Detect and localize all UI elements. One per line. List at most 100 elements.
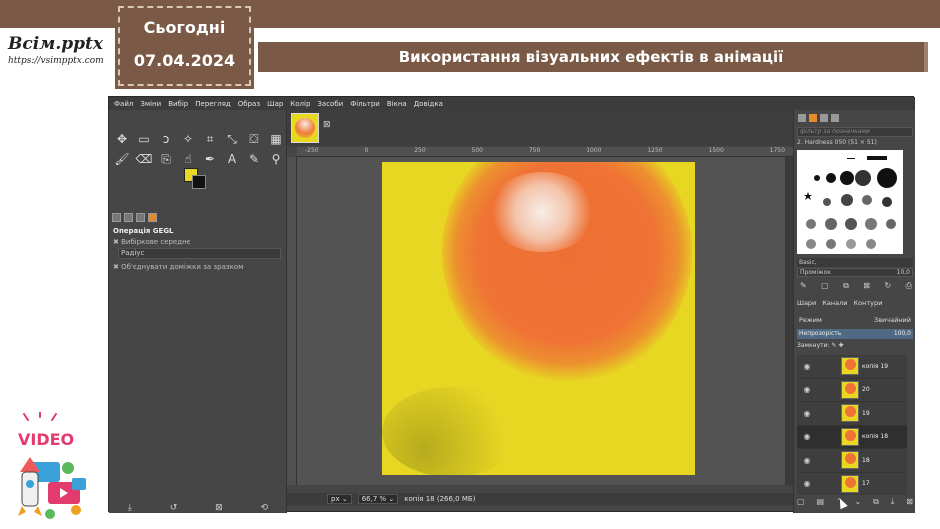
edit-brush-icon[interactable]: ✎ (800, 281, 807, 291)
smudge-icon[interactable]: ☝ (179, 150, 197, 168)
path-icon[interactable]: ✒ (201, 150, 219, 168)
menu-item[interactable]: Колір (290, 100, 310, 108)
canvas-scrollbar[interactable] (785, 157, 793, 485)
image-tab-thumbnail[interactable] (291, 113, 319, 143)
radius-input[interactable]: Радіус (118, 248, 281, 259)
checkbox-icon[interactable]: ✖ (113, 263, 121, 271)
tool-options-tab-icon[interactable] (112, 213, 121, 222)
brushes-tab-icon[interactable] (798, 114, 806, 122)
undo-history-tab-icon[interactable] (136, 213, 145, 222)
duplicate-layer-icon[interactable]: ⧉ (873, 497, 879, 507)
eye-icon[interactable]: ◉ (799, 432, 815, 441)
tab-layers[interactable]: Шари (797, 299, 816, 307)
checkbox-icon[interactable]: ✖ (113, 238, 121, 246)
menu-item[interactable]: Образ (238, 100, 260, 108)
menu-item[interactable]: Засоби (317, 100, 343, 108)
gradient-icon[interactable]: ▦ (267, 130, 285, 148)
mode-value[interactable]: Звичайний (874, 316, 911, 324)
zoom-select[interactable]: 66,7 % ⌄ (357, 494, 399, 504)
menu-item[interactable]: Фільтри (350, 100, 380, 108)
brand-url: https://vsimpptx.com (8, 56, 104, 66)
text-icon[interactable]: A (223, 150, 241, 168)
brush-actions: ✎ ▢ ⧉ ⊠ ↻ ⎙ (800, 281, 912, 291)
device-status-tab-icon[interactable] (124, 213, 133, 222)
layer-row[interactable]: ◉ 18 (797, 449, 907, 473)
color-picker-icon[interactable]: ✎ (245, 150, 263, 168)
option-selective-mean[interactable]: ✖ Вибіркове середнє (113, 238, 190, 246)
menu-item[interactable]: Зміни (140, 100, 161, 108)
background-color-swatch[interactable] (192, 175, 206, 189)
menu-item[interactable]: Вибір (168, 100, 188, 108)
layer-row[interactable]: ◉ 17 (797, 473, 907, 496)
ruler-tick-label: 1500 (708, 147, 724, 154)
new-layer-icon[interactable]: ▢ (797, 497, 805, 507)
layer-name: 18 (862, 456, 870, 464)
rect-select-icon[interactable]: ▭ (135, 130, 153, 148)
eye-icon[interactable]: ◉ (799, 479, 815, 488)
menu-item[interactable]: Файл (114, 100, 133, 108)
close-image-icon[interactable]: ⊠ (323, 120, 331, 130)
tab-channels[interactable]: Канали (822, 299, 847, 307)
paintbrush-icon[interactable]: 🖌 (113, 150, 131, 168)
reset-options-icon[interactable]: ⟲ (261, 503, 269, 515)
crop-icon[interactable]: ⌗ (201, 130, 219, 148)
ruler-tick-label: 250 (414, 147, 426, 154)
duplicate-brush-icon[interactable]: ⧉ (843, 281, 849, 291)
lock-pixels-icon[interactable]: ✎ (832, 342, 837, 349)
merge-layer-icon[interactable]: ⤓ (891, 497, 895, 507)
image-canvas[interactable] (382, 162, 695, 475)
radius-label: Радіус (121, 249, 145, 257)
fg-bg-colors[interactable] (184, 168, 208, 190)
lock-position-icon[interactable]: ✚ (838, 342, 843, 349)
unit-select[interactable]: px ⌄ (327, 494, 352, 504)
white-highlight (487, 172, 597, 252)
restore-options-icon[interactable]: ↺ (170, 503, 178, 515)
canvas-area[interactable] (297, 157, 785, 485)
layer-thumbnail (841, 427, 859, 446)
document-tab-icon[interactable] (831, 114, 839, 122)
clone-icon[interactable]: ⎘ (157, 150, 175, 168)
zoom-icon[interactable]: ⚲ (267, 150, 285, 168)
new-group-icon[interactable]: ▤ (816, 497, 824, 507)
mode-select[interactable]: Режим Звичайний (797, 314, 913, 325)
eye-icon[interactable]: ◉ (799, 385, 815, 394)
delete-options-icon[interactable]: ⊠ (215, 503, 223, 515)
tab-paths[interactable]: Контури (854, 299, 883, 307)
lower-layer-icon[interactable]: ⌄ (855, 497, 862, 507)
layer-thumbnail (841, 357, 859, 376)
menu-item[interactable]: Вікна (387, 100, 407, 108)
layer-row[interactable]: ◉ 19 (797, 402, 907, 426)
date-label: Сьогодні (143, 18, 226, 37)
brush-name: 2. Hardness 050 (51 × 51) (797, 139, 877, 146)
bucket-fill-icon[interactable]: ⛋ (245, 130, 263, 148)
option-merge-sample[interactable]: ✖ Об'єднувати доміжки за зразком (113, 263, 243, 271)
opacity-slider[interactable]: Непрозорість 100,0 (797, 329, 913, 339)
delete-layer-icon[interactable]: ⊠ (906, 497, 913, 507)
refresh-brush-icon[interactable]: ↻ (884, 281, 891, 291)
menu-item[interactable]: Перегляд (195, 100, 231, 108)
brush-filter-input[interactable]: фільтр за позначками (797, 127, 913, 137)
fuzzy-select-icon[interactable]: ✧ (179, 130, 197, 148)
transform-icon[interactable]: ⤡ (223, 130, 241, 148)
layer-row[interactable]: ◉ 20 (797, 379, 907, 402)
menu-item[interactable]: Шар (267, 100, 283, 108)
patterns-tab-icon[interactable] (809, 114, 817, 122)
layer-row[interactable]: ◉ копія 19 (797, 355, 907, 379)
brush-grid[interactable] (797, 150, 903, 254)
images-tab-icon[interactable] (148, 213, 157, 222)
new-brush-icon[interactable]: ▢ (821, 281, 829, 291)
menu-item[interactable]: Довідка (414, 100, 443, 108)
open-brush-icon[interactable]: ⎙ (906, 281, 912, 291)
spacing-slider[interactable]: Проміжок 10,0 (797, 268, 913, 277)
fonts-tab-icon[interactable] (820, 114, 828, 122)
save-options-icon[interactable]: ⤓ (128, 503, 132, 515)
delete-brush-icon[interactable]: ⊠ (863, 281, 870, 291)
move-icon[interactable]: ✥ (113, 130, 131, 148)
eraser-icon[interactable]: ⌫ (135, 150, 153, 168)
layer-row[interactable]: ◉ копія 18 (797, 425, 907, 449)
lasso-icon[interactable]: ↄ (157, 130, 175, 148)
eye-icon[interactable]: ◉ (799, 362, 815, 371)
eye-icon[interactable]: ◉ (799, 409, 815, 418)
eye-icon[interactable]: ◉ (799, 456, 815, 465)
brush-set[interactable]: Basic, (797, 258, 913, 267)
